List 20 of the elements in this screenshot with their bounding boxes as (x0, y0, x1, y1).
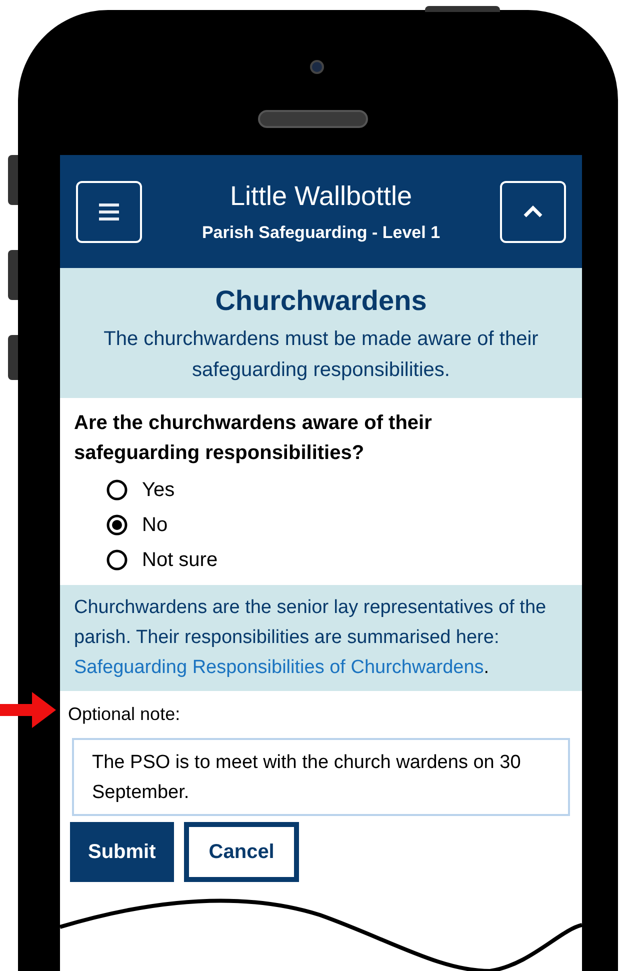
question-text: Are the churchwardens aware of their safeguarding responsibilities? (74, 411, 433, 466)
menu-button[interactable] (76, 180, 142, 242)
cancel-button[interactable]: Cancel (184, 822, 300, 882)
app-subtitle: Parish Safeguarding - Level 1 (202, 222, 440, 244)
pointer-arrow-icon (0, 690, 58, 730)
radio-option[interactable]: Not sure (106, 542, 568, 577)
section-description: The churchwardens must be made aware of their safeguarding responsibilities. (102, 327, 540, 383)
section-title: Churchwardens (215, 284, 427, 318)
responsibilities-link[interactable]: Safeguarding Responsibilities of Churchwardens (74, 657, 484, 678)
menu-icon (97, 202, 121, 222)
collapse-button[interactable] (500, 180, 566, 242)
camera-lens (310, 60, 324, 74)
app-title: Little Wallbottle (230, 180, 412, 213)
submit-button[interactable]: Submit (70, 822, 174, 882)
radio-option[interactable]: No (106, 507, 568, 542)
note-label: Optional note: (67, 703, 182, 726)
radio-option[interactable]: Yes (106, 472, 568, 507)
info-text: Churchwardens are the senior lay representatives of the parish. Their responsibilities are summarised here: Safeguarding Responsibilities of Churchwardens. (74, 596, 548, 680)
caret-icon (522, 204, 544, 218)
note-field[interactable]: The PSO is to meet with the church wardens on 30 September. (72, 738, 570, 816)
